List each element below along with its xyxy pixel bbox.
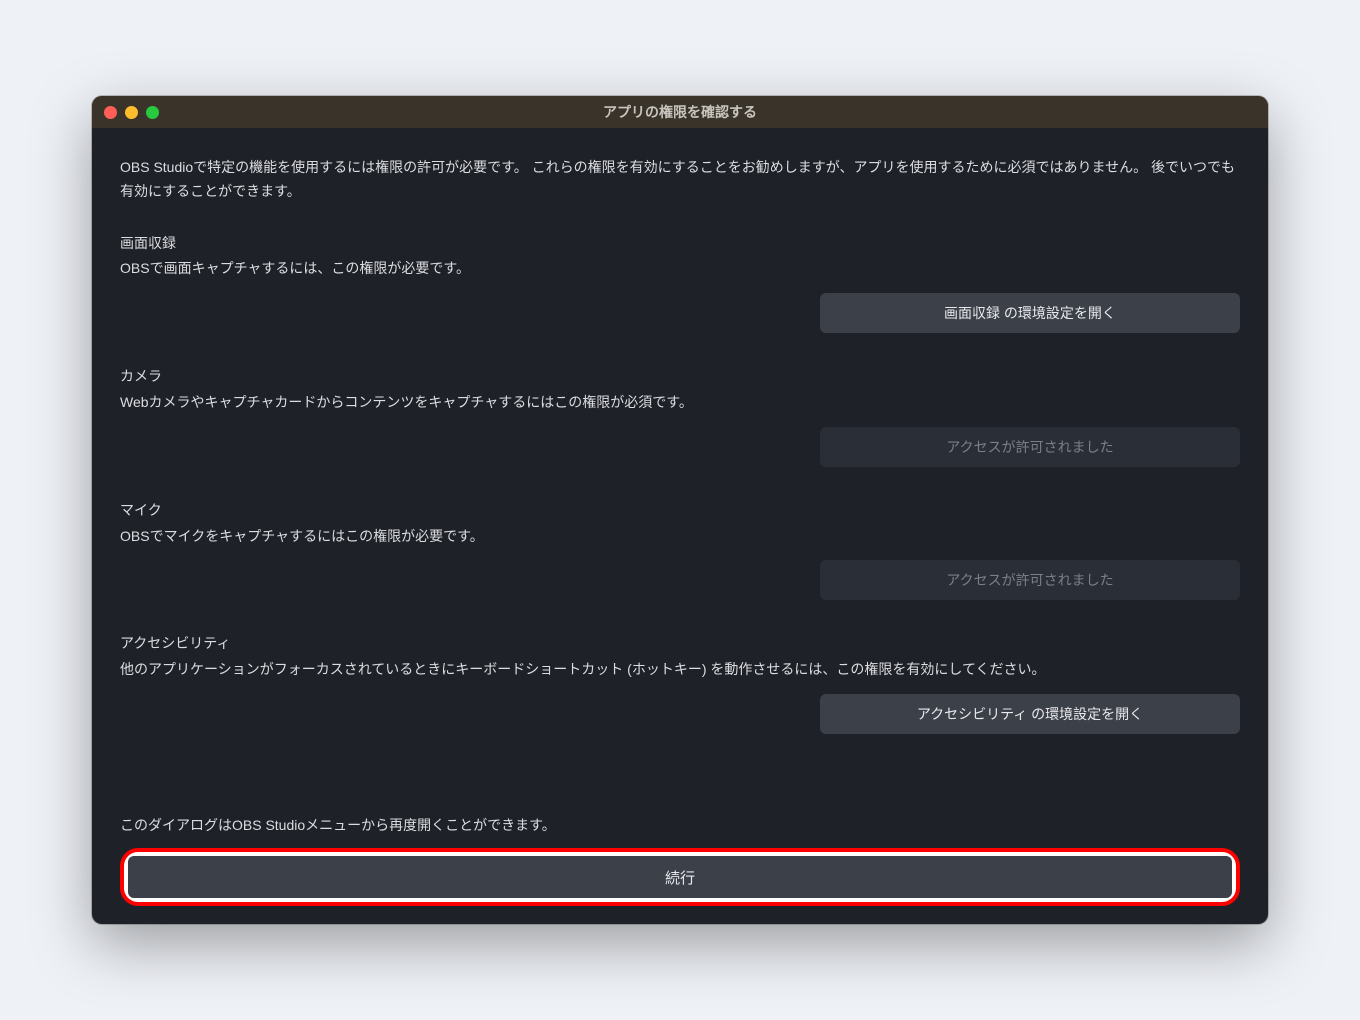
continue-highlight: 続行 <box>120 848 1240 906</box>
titlebar: アプリの権限を確認する <box>92 96 1268 128</box>
maximize-icon[interactable] <box>146 106 159 119</box>
permissions-dialog: アプリの権限を確認する OBS Studioで特定の機能を使用するには権限の許可… <box>92 96 1268 924</box>
section-desc: Webカメラやキャプチャカードからコンテンツをキャプチャするにはこの権限が必須で… <box>120 391 1240 415</box>
microphone-access-granted-button: アクセスが許可されました <box>820 560 1240 600</box>
dialog-content: OBS Studioで特定の機能を使用するには権限の許可が必要です。 これらの権… <box>92 128 1268 924</box>
intro-text: OBS Studioで特定の機能を使用するには権限の許可が必要です。 これらの権… <box>120 156 1240 204</box>
footer-note: このダイアログはOBS Studioメニューから再度開くことができます。 <box>120 814 1240 838</box>
section-title: マイク <box>120 499 1240 523</box>
section-accessibility: アクセシビリティ 他のアプリケーションがフォーカスされているときにキーボードショ… <box>120 632 1240 756</box>
section-screen-recording: 画面収録 OBSで画面キャプチャするには、この権限が必要です。 画面収録 の環境… <box>120 232 1240 356</box>
section-title: 画面収録 <box>120 232 1240 256</box>
section-title: アクセシビリティ <box>120 632 1240 656</box>
open-screen-recording-prefs-button[interactable]: 画面収録 の環境設定を開く <box>820 293 1240 333</box>
traffic-lights <box>104 106 159 119</box>
open-accessibility-prefs-button[interactable]: アクセシビリティ の環境設定を開く <box>820 694 1240 734</box>
section-camera: カメラ Webカメラやキャプチャカードからコンテンツをキャプチャするにはこの権限… <box>120 365 1240 489</box>
continue-button[interactable]: 続行 <box>128 856 1232 898</box>
camera-access-granted-button: アクセスが許可されました <box>820 427 1240 467</box>
section-desc: 他のアプリケーションがフォーカスされているときにキーボードショートカット (ホッ… <box>120 658 1240 682</box>
minimize-icon[interactable] <box>125 106 138 119</box>
section-desc: OBSでマイクをキャプチャするにはこの権限が必要です。 <box>120 525 1240 549</box>
section-desc: OBSで画面キャプチャするには、この権限が必要です。 <box>120 257 1240 281</box>
close-icon[interactable] <box>104 106 117 119</box>
section-microphone: マイク OBSでマイクをキャプチャするにはこの権限が必要です。 アクセスが許可さ… <box>120 499 1240 623</box>
window-title: アプリの権限を確認する <box>92 102 1268 122</box>
section-title: カメラ <box>120 365 1240 389</box>
